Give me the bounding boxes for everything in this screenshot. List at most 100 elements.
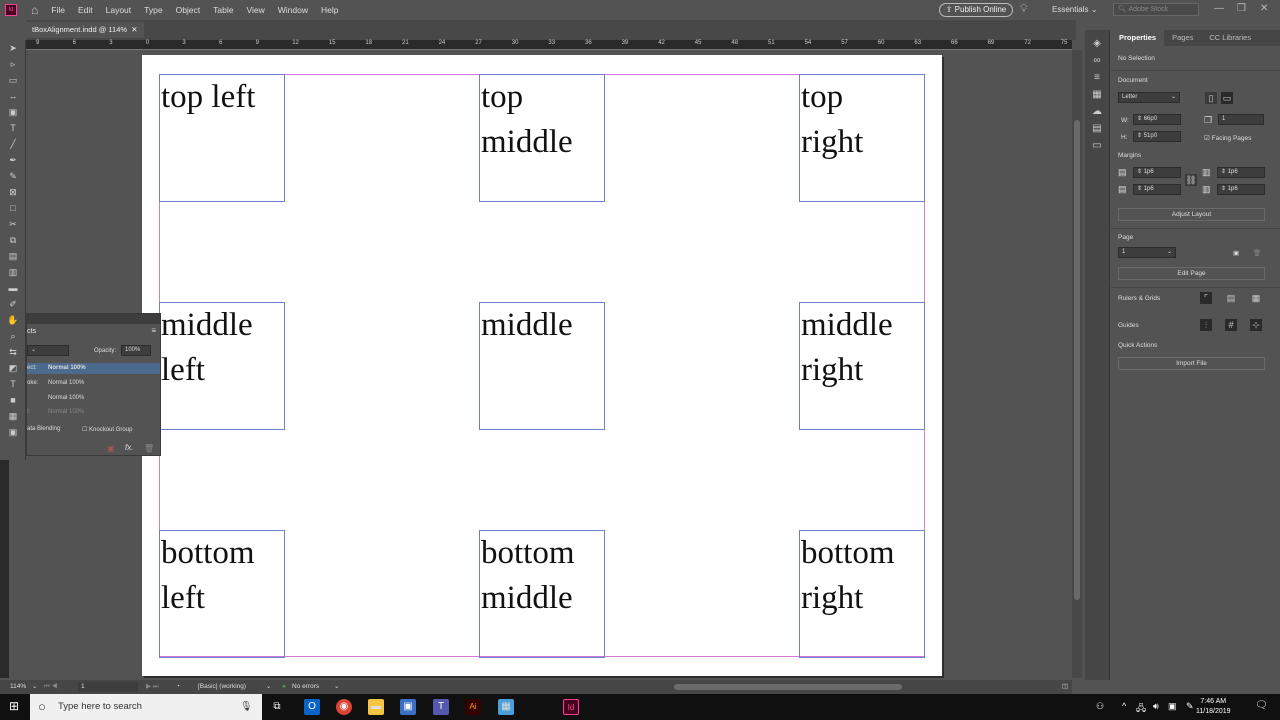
outlook-icon[interactable]: O xyxy=(304,699,320,715)
microphone-icon[interactable]: 🎙︎ xyxy=(240,694,252,720)
taskbar-search-input[interactable]: ○ Type here to search 🎙︎ xyxy=(30,694,262,720)
horizontal-scrollbar[interactable] xyxy=(674,684,902,690)
facing-pages-checkbox[interactable]: ☑ Facing Pages xyxy=(1204,134,1251,142)
preflight-icon[interactable]: ◔ xyxy=(176,680,180,694)
isolate-blending-checkbox[interactable]: ata Blending xyxy=(27,426,60,432)
text-frame[interactable]: top middle xyxy=(479,74,605,202)
text-frame[interactable]: middle right xyxy=(799,302,925,430)
text-frame[interactable]: bottom right xyxy=(799,530,925,658)
show-hidden-icons[interactable]: ^ xyxy=(1122,701,1126,711)
formatting-icon[interactable]: T xyxy=(0,376,26,392)
text-wrap-icon[interactable]: ▤ xyxy=(1085,123,1109,140)
text-frame[interactable]: middle xyxy=(479,302,605,430)
app-icon[interactable]: ▦ xyxy=(498,699,514,715)
gradient-tool-icon[interactable]: ▤ xyxy=(0,248,26,264)
pen-icon[interactable]: ✎ xyxy=(1186,701,1194,712)
note-tool-icon[interactable]: ▬ xyxy=(0,280,26,296)
line-tool-icon[interactable]: ╱ xyxy=(0,136,26,152)
stock-search-input[interactable]: 🔍︎ Adobe Stock xyxy=(1113,3,1199,16)
opacity-input[interactable]: 100% xyxy=(121,345,151,356)
show-guides-icon[interactable]: ⫶ xyxy=(1200,319,1212,331)
gap-tool-icon[interactable]: ↔ xyxy=(0,88,26,104)
scroll-thumb[interactable] xyxy=(1074,120,1080,600)
landscape-orientation-icon[interactable]: ▭ xyxy=(1221,92,1233,104)
network-icon[interactable]: 🖧︎ xyxy=(1136,701,1146,717)
vertical-ruler[interactable] xyxy=(0,460,9,678)
import-file-button[interactable]: Import File xyxy=(1118,357,1265,370)
swatches-icon[interactable]: ▦ xyxy=(1085,89,1109,106)
horizontal-ruler[interactable]: 9 6 3 0 3 6 9 12 15 18 21 24 27 30 33 36 39 42 45 48 51 54 57 6… xyxy=(26,40,1072,50)
close-window-button[interactable]: ✕ xyxy=(1260,3,1268,14)
vertical-scrollbar[interactable] xyxy=(1072,50,1082,678)
layers-icon[interactable]: ◈ xyxy=(1085,38,1109,55)
remote-desktop-icon[interactable]: ▣ xyxy=(400,699,416,715)
menu-window[interactable]: Window xyxy=(278,5,308,15)
chrome-icon[interactable]: ◉ xyxy=(336,699,352,715)
margin-top-input[interactable]: ⇕ 1p6 xyxy=(1133,167,1181,178)
preflight-profile[interactable]: [Basic] (working) xyxy=(198,680,246,694)
screen-mode-icon[interactable]: ▦ xyxy=(0,408,26,424)
blend-mode-select[interactable]: ⌄ xyxy=(27,345,69,356)
errors-dropdown-icon[interactable]: ⌄ xyxy=(334,680,339,694)
people-icon[interactable]: ⚇ xyxy=(1096,701,1104,712)
restore-button[interactable]: ❐ xyxy=(1237,3,1246,14)
text-frame[interactable]: top right xyxy=(799,74,925,202)
content-collector-icon[interactable]: ▣ xyxy=(0,104,26,120)
delete-page-icon[interactable]: 🗑︎ xyxy=(1253,249,1261,257)
tab-properties[interactable]: Properties xyxy=(1111,30,1165,46)
selection-tool-icon[interactable]: ➤ xyxy=(0,40,26,56)
scissors-tool-icon[interactable]: ✂ xyxy=(0,216,26,232)
pencil-tool-icon[interactable]: ✎ xyxy=(0,168,26,184)
effects-row-object[interactable]: ect: Normal 100% xyxy=(27,363,160,374)
rectangle-tool-icon[interactable]: □ xyxy=(0,200,26,216)
volume-icon[interactable]: 🔊︎ xyxy=(1153,701,1159,712)
text-frame[interactable]: top left xyxy=(159,74,285,202)
menu-view[interactable]: View xyxy=(246,5,264,15)
rectangle-frame-tool-icon[interactable]: ⊠ xyxy=(0,184,26,200)
document-tab[interactable]: tBoxAlignment.indd @ 114% ✕ xyxy=(26,22,144,38)
delete-icon[interactable]: 🗑︎ xyxy=(144,444,154,453)
document-grid-icon[interactable]: ▦ xyxy=(1250,292,1262,304)
tab-cc-libraries[interactable]: CC Libraries xyxy=(1201,30,1259,46)
swap-colors-icon[interactable]: ⇆ xyxy=(0,344,26,360)
height-input[interactable]: ⇕ 51p0 xyxy=(1133,131,1181,142)
fill-stroke-icon[interactable]: ◩ xyxy=(0,360,26,376)
view-mode-icon[interactable]: ▣ xyxy=(0,424,26,440)
fx-icon[interactable]: fx. xyxy=(125,443,133,452)
split-view-icon[interactable]: ◫ xyxy=(1062,680,1068,694)
menu-edit[interactable]: Edit xyxy=(78,5,93,15)
menu-table[interactable]: Table xyxy=(213,5,233,15)
pages-count-input[interactable]: 1 xyxy=(1218,114,1264,125)
minimize-button[interactable]: — xyxy=(1214,3,1224,14)
document-preset-select[interactable]: Letter ⌄ xyxy=(1118,92,1180,103)
knockout-group-checkbox[interactable]: ☐ Knockout Group xyxy=(82,426,132,433)
teams-icon[interactable]: T xyxy=(433,699,449,715)
cc-libraries-icon[interactable]: ☁ xyxy=(1085,106,1109,123)
page-tool-icon[interactable]: ▭ xyxy=(0,72,26,88)
menu-type[interactable]: Type xyxy=(144,5,162,15)
adjust-layout-button[interactable]: Adjust Layout xyxy=(1118,208,1265,221)
close-tab-icon[interactable]: ✕ xyxy=(131,25,137,34)
portrait-orientation-icon[interactable]: ▯ xyxy=(1205,92,1217,104)
lock-guides-icon[interactable]: # xyxy=(1225,319,1237,331)
menu-object[interactable]: Object xyxy=(176,5,201,15)
margin-bottom-input[interactable]: ⇕ 1p6 xyxy=(1133,184,1181,195)
margin-right-input[interactable]: ⇕ 1p6 xyxy=(1217,184,1265,195)
zoom-tool-icon[interactable]: ⌕ xyxy=(0,328,26,344)
type-tool-icon[interactable]: T xyxy=(0,120,26,136)
gradient-feather-icon[interactable]: ▥ xyxy=(0,264,26,280)
eyedropper-tool-icon[interactable]: ✐ xyxy=(0,296,26,312)
zoom-level[interactable]: 114% xyxy=(10,680,26,694)
rulers-icon[interactable]: ⌜ xyxy=(1200,292,1212,304)
width-input[interactable]: ⇕ 66p0 xyxy=(1133,114,1181,125)
publish-online-button[interactable]: ⇪ Publish Online xyxy=(939,3,1013,17)
edit-page-button[interactable]: Edit Page xyxy=(1118,267,1265,280)
free-transform-tool-icon[interactable]: ⧉ xyxy=(0,232,26,248)
first-page-icon[interactable]: ⏮ ◀ xyxy=(44,680,57,694)
notification-app-icon[interactable]: ▣ xyxy=(1168,701,1177,712)
links-icon[interactable]: ∞ xyxy=(1085,55,1109,72)
lightbulb-icon[interactable]: 💡︎ xyxy=(1020,3,1028,16)
action-center-icon[interactable]: 🗨︎ xyxy=(1255,700,1268,711)
home-icon[interactable]: ⌂ xyxy=(31,3,38,17)
margin-left-input[interactable]: ⇕ 1p6 xyxy=(1217,167,1265,178)
